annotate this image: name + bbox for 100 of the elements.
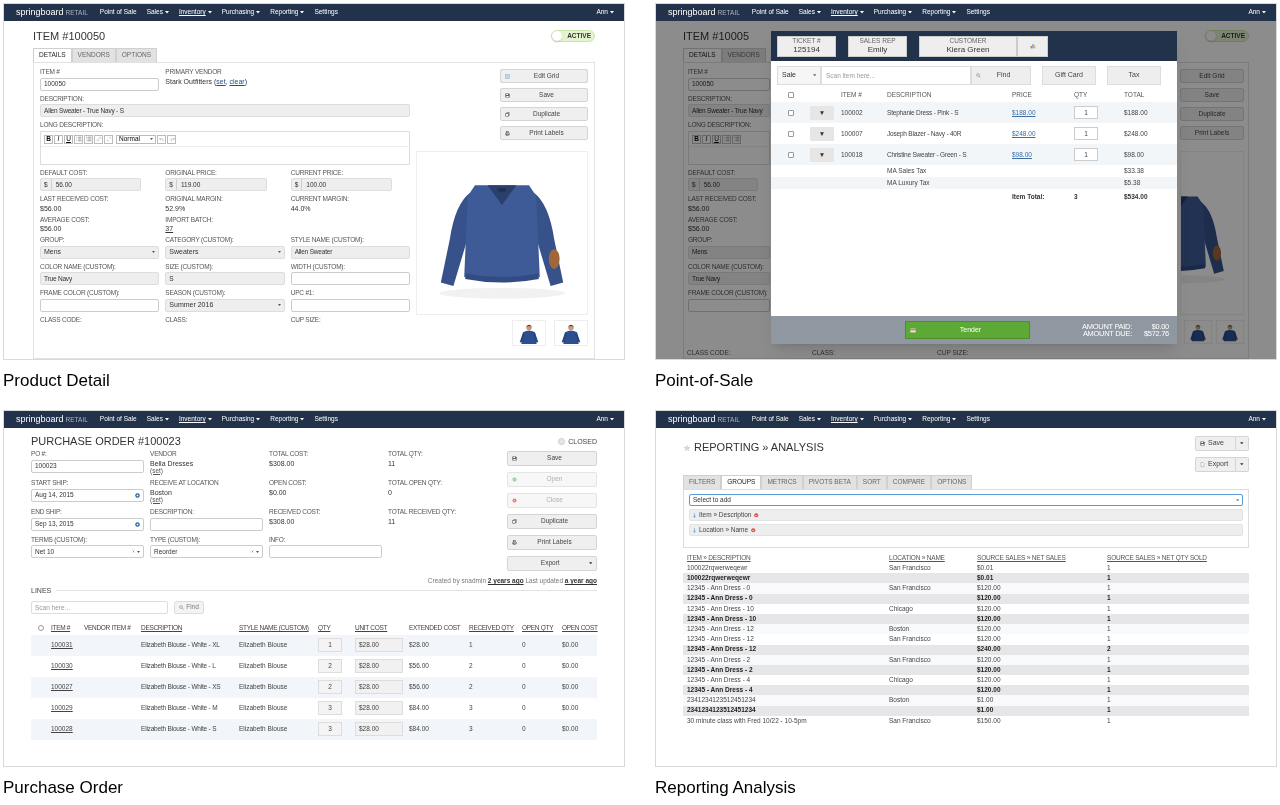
toolbar-button[interactable] <box>104 134 113 144</box>
list-icon <box>75 136 82 142</box>
checkbox[interactable] <box>788 151 794 158</box>
thumbnail[interactable] <box>1184 320 1212 344</box>
box-value: Kiera Green <box>946 45 990 54</box>
toolbar-button[interactable] <box>732 134 741 144</box>
caret-icon <box>812 74 816 77</box>
checkbox[interactable] <box>38 624 44 631</box>
caret-icon <box>137 550 140 553</box>
box-value: 125194 <box>793 45 820 54</box>
caret-icon <box>256 11 261 14</box>
caption: Reporting Analysis <box>655 778 796 797</box>
caret-icon <box>952 11 957 14</box>
caret-icon <box>859 11 864 14</box>
list-icon <box>723 136 730 142</box>
grid-icon <box>505 73 510 79</box>
caret-icon <box>256 418 261 421</box>
checkbox[interactable] <box>788 109 794 116</box>
circle-icon <box>135 521 140 527</box>
toolbar-button[interactable] <box>722 134 731 144</box>
caret-icon <box>816 11 821 14</box>
caret-icon <box>816 418 821 421</box>
sort-icon <box>693 512 696 518</box>
check-icon <box>512 477 517 482</box>
save-icon <box>1200 441 1205 446</box>
caret-icon <box>952 418 957 421</box>
thumbnail[interactable] <box>554 320 588 346</box>
caret-icon <box>908 11 913 14</box>
caret-icon <box>207 11 212 14</box>
save-icon <box>505 92 510 98</box>
star-icon <box>683 443 691 452</box>
document-icon <box>1200 462 1205 467</box>
chart-button[interactable] <box>1017 35 1048 57</box>
remove-icon <box>754 512 759 518</box>
caret-icon <box>164 11 169 14</box>
unlink-icon <box>105 136 112 142</box>
thumbnail[interactable] <box>1216 320 1244 344</box>
caret-icon <box>908 418 913 421</box>
card-icon <box>910 327 916 333</box>
input-field[interactable] <box>688 298 770 312</box>
caption: Point-of-Sale <box>655 371 754 390</box>
caption: Purchase Order <box>3 778 123 797</box>
dropdown-button[interactable] <box>1236 436 1249 451</box>
toolbar-button[interactable] <box>84 134 93 144</box>
link-icon <box>95 136 102 142</box>
input-field[interactable] <box>40 298 160 312</box>
numbered-list-icon <box>733 136 740 142</box>
checkbox[interactable] <box>788 92 794 98</box>
printer-icon <box>505 130 510 136</box>
redo-icon <box>168 136 175 142</box>
caption: Product Detail <box>3 371 110 390</box>
brand-name: springboard <box>16 415 65 424</box>
dropdown-button[interactable] <box>1236 457 1249 472</box>
caret-icon <box>1240 442 1244 445</box>
caret-icon <box>610 418 614 421</box>
numbered-list-icon <box>85 136 92 142</box>
printer-icon <box>512 540 517 545</box>
caret-icon <box>588 562 592 565</box>
caret-icon <box>300 418 305 421</box>
bar-chart-icon <box>1029 43 1036 49</box>
input-field[interactable] <box>290 272 410 285</box>
search-icon <box>976 73 981 78</box>
caret-icon <box>859 418 864 421</box>
caret-icon <box>300 11 305 14</box>
save-icon <box>512 456 517 461</box>
caret-icon <box>1235 498 1239 502</box>
page-title: ITEM #10005 <box>683 30 750 42</box>
caret-icon <box>207 418 212 421</box>
box-value: Emily <box>867 45 888 54</box>
input-field[interactable] <box>269 545 382 558</box>
brand-name: springboard <box>668 8 717 17</box>
brand-name: springboard <box>16 8 65 17</box>
input-field[interactable] <box>150 517 263 531</box>
toolbar-button[interactable] <box>74 134 83 144</box>
search-icon <box>179 604 185 610</box>
copy-icon <box>512 519 517 524</box>
brand-name: springboard <box>668 415 717 424</box>
toolbar-button[interactable] <box>157 134 166 144</box>
caret-icon <box>1240 463 1244 466</box>
caret-icon <box>1262 11 1266 14</box>
page-title: ITEM #100050 <box>33 30 106 42</box>
input-field[interactable] <box>290 298 410 312</box>
close-icon <box>512 498 517 503</box>
caret-icon <box>277 304 281 306</box>
caret-icon <box>164 418 169 421</box>
sort-icon <box>693 527 696 533</box>
caret-icon <box>1262 418 1266 421</box>
caret-icon <box>150 138 153 140</box>
copy-icon <box>505 111 510 117</box>
toolbar-button[interactable] <box>94 134 103 144</box>
caret-icon <box>256 550 259 553</box>
remove-icon <box>751 527 756 533</box>
caret-icon <box>277 251 281 253</box>
circle-icon <box>135 492 140 498</box>
undo-icon <box>158 136 165 142</box>
toolbar-button[interactable] <box>167 134 176 144</box>
caret-icon <box>610 11 614 14</box>
page-title: PURCHASE ORDER #100023 <box>31 436 181 447</box>
checkbox[interactable] <box>788 130 794 137</box>
thumbnail[interactable] <box>512 320 546 346</box>
